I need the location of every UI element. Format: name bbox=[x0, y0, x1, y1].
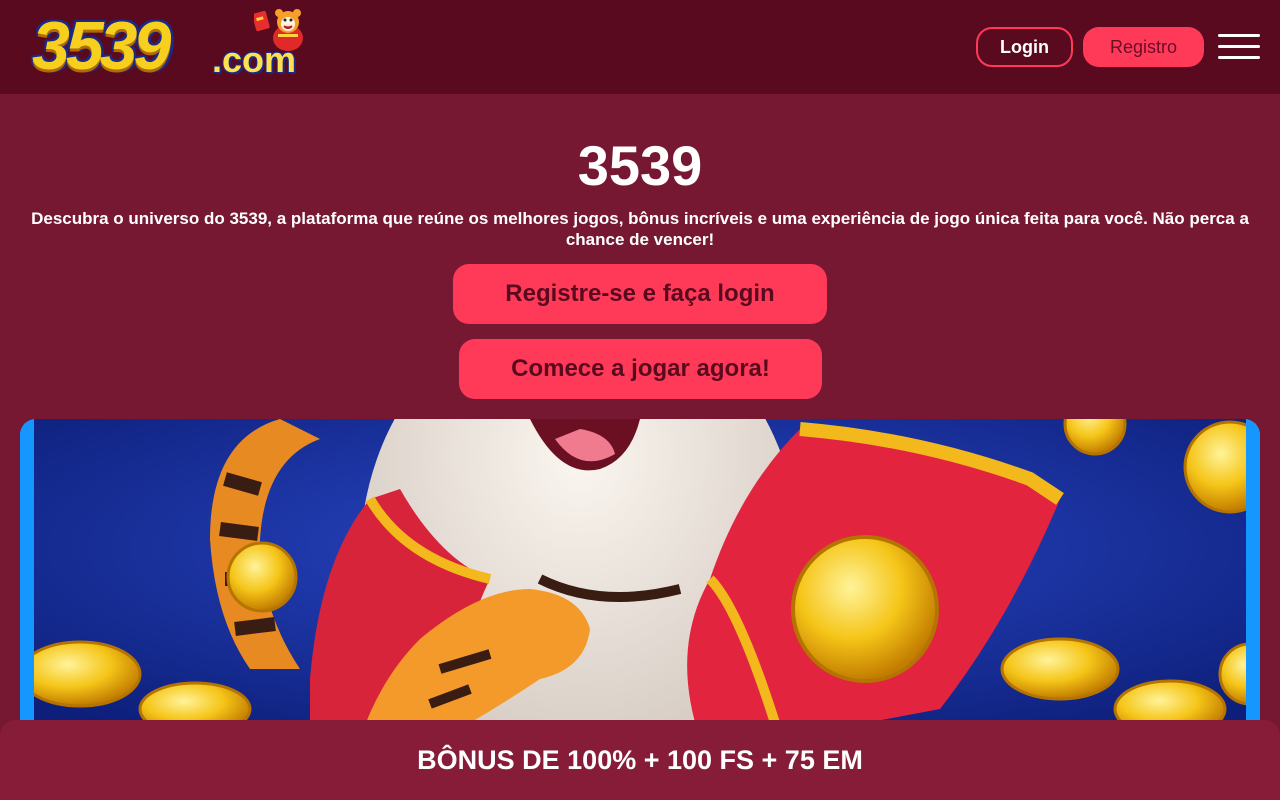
start-playing-button[interactable]: Comece a jogar agora! bbox=[459, 339, 822, 399]
site-header: 3539 .com Login Registro bbox=[0, 0, 1280, 94]
logo-number: 3539 bbox=[32, 8, 171, 84]
fortune-tiger-banner-image bbox=[20, 419, 1260, 739]
bonus-bar[interactable]: BÔNUS DE 100% + 100 FS + 75 EM bbox=[0, 720, 1280, 800]
tiger-mascot-icon bbox=[254, 9, 303, 51]
bonus-text: BÔNUS DE 100% + 100 FS + 75 EM bbox=[417, 744, 863, 775]
login-button[interactable]: Login bbox=[976, 27, 1073, 67]
hero-description: Descubra o universo do 3539, a plataform… bbox=[31, 209, 1249, 249]
promo-banner[interactable] bbox=[20, 419, 1260, 739]
register-button[interactable]: Registro bbox=[1083, 27, 1204, 67]
page-title: 3539 bbox=[577, 134, 703, 197]
hamburger-menu-icon[interactable] bbox=[1218, 34, 1260, 60]
site-logo[interactable]: 3539 .com bbox=[32, 8, 312, 84]
register-login-button[interactable]: Registre-se e faça login bbox=[453, 264, 827, 324]
